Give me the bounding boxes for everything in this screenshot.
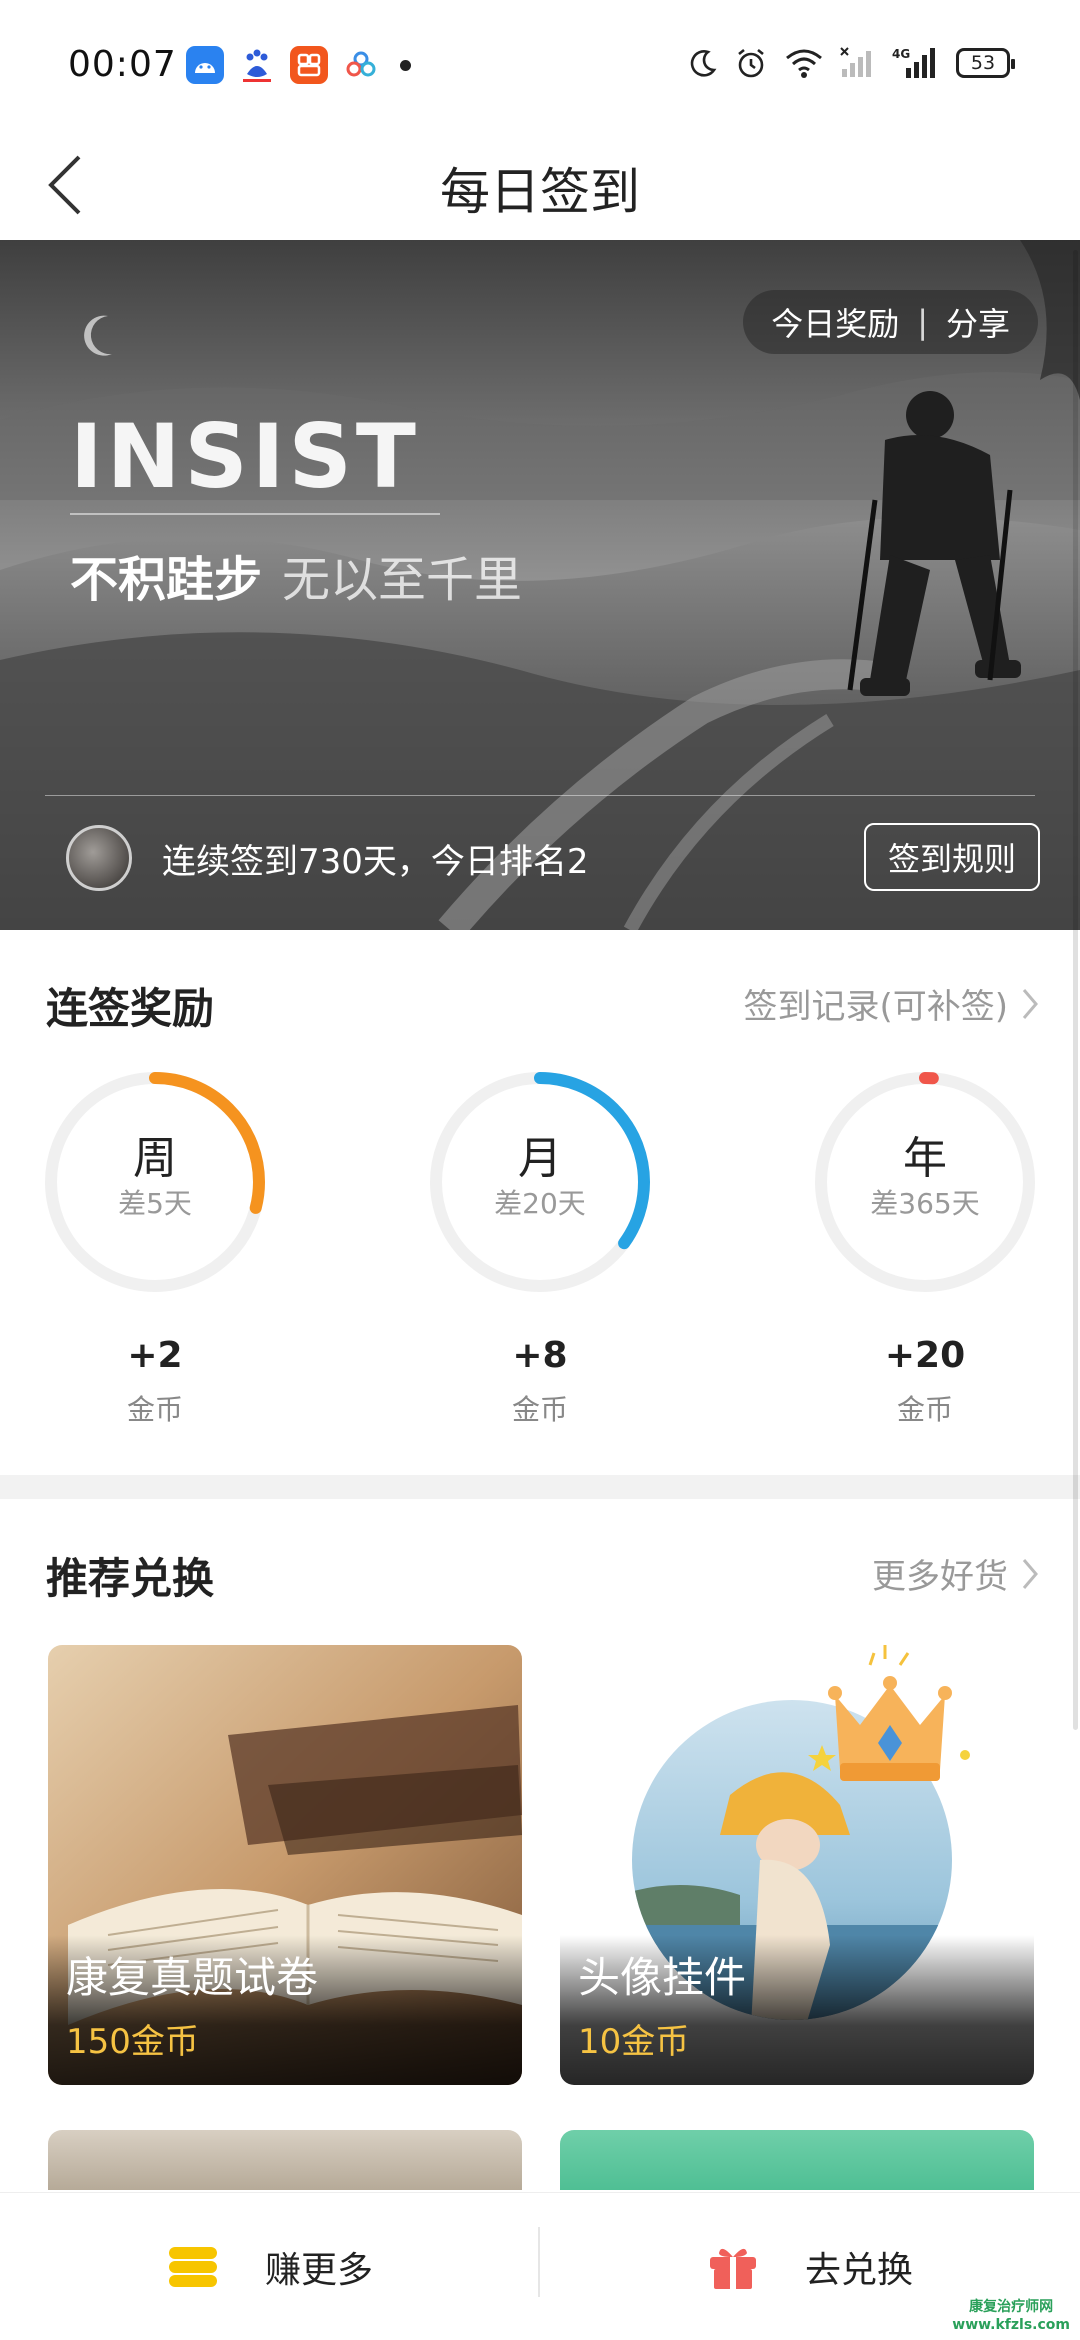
cloud-app-icon [342, 46, 380, 84]
section-title: 连签奖励 [46, 984, 215, 1033]
exchange-card-avatar-frame[interactable]: 头像挂件 10金币 [560, 1645, 1034, 2085]
status-bar: 00:07 4G 53 [0, 0, 1080, 130]
sign-in-rules-button[interactable]: 签到规则 [863, 823, 1040, 891]
card-price: 10金币 [578, 2022, 690, 2062]
reward-amount: +2 [127, 1335, 183, 1376]
headline-underline [70, 513, 440, 515]
exchange-card-exam-papers[interactable]: 康复真题试卷 150金币 [48, 1645, 522, 2085]
ring-remaining: 差5天 [118, 1187, 192, 1220]
moon-icon [688, 48, 718, 78]
orange-app-icon [290, 46, 328, 84]
svg-text:4G: 4G [892, 47, 910, 61]
reward-amount: +20 [884, 1335, 966, 1376]
ring-remaining: 差20天 [494, 1187, 586, 1220]
status-time: 00:07 [68, 44, 177, 85]
hero-divider [45, 795, 1035, 796]
today-reward-link[interactable]: 今日奖励 [771, 299, 899, 345]
watermark-line1: 康复治疗师网 [969, 2299, 1054, 2315]
exchange-card-partial[interactable] [560, 2130, 1034, 2190]
ring-label: 周 [133, 1133, 177, 1184]
slogan-light: 无以至千里 [282, 552, 523, 608]
coin-stack-icon [168, 2247, 217, 2287]
wifi-icon [784, 47, 824, 79]
ring-label: 年 [903, 1133, 947, 1184]
reward-ring-week[interactable]: 周 差5天 +2 金币 [40, 1070, 270, 1426]
avatar[interactable] [66, 825, 132, 891]
system-icons: 4G 53 [688, 46, 1015, 80]
card-price: 150金币 [66, 2022, 199, 2062]
bottom-action-bar: 赚更多 去兑换 康复治疗师网 www.kfzls.com [0, 2192, 1080, 2340]
page-title: 每日签到 [440, 163, 640, 221]
exchange-header: 推荐兑换 更多好货 [46, 1545, 1040, 1605]
reward-ring-year[interactable]: 年 差365天 +20 金币 [810, 1070, 1040, 1426]
section-title: 推荐兑换 [46, 1554, 215, 1603]
more-goods-label: 更多好货 [872, 1557, 1008, 1597]
card-title: 康复真题试卷 [66, 1953, 319, 2002]
share-link[interactable]: 分享 [946, 299, 1010, 345]
chevron-right-icon [1022, 988, 1038, 1019]
slogan-bold: 不积跬步 [70, 552, 263, 608]
section-divider [0, 1475, 1080, 1499]
reward-unit: 金币 [511, 1393, 568, 1426]
watermark: 康复治疗师网 www.kfzls.com [952, 2298, 1070, 2334]
reward-unit: 金币 [126, 1393, 183, 1426]
chevron-right-icon [1022, 1558, 1038, 1589]
alarm-icon [734, 46, 768, 80]
ring-label: 月 [518, 1133, 562, 1184]
record-link-label: 签到记录(可补签) [743, 987, 1008, 1027]
ring-remaining: 差365天 [870, 1187, 980, 1220]
signal-icon-sim2 [840, 47, 876, 79]
earn-more-button[interactable]: 赚更多 [0, 2193, 540, 2340]
scrollbar[interactable] [1073, 250, 1078, 1730]
android-app-icon [186, 46, 224, 84]
gift-icon [709, 2248, 756, 2289]
notification-icons [186, 46, 411, 84]
hero-banner: 今日奖励 | 分享 INSIST 不积跬步 无以至千里 连续签到730天，今日排名… [0, 240, 1080, 930]
page-header: 每日签到 [0, 130, 1080, 240]
streak-reward-rings: 周 差5天 +2 金币 月 差20天 +8 金币 年 差365天 +20 金币 [0, 1070, 1080, 1430]
reward-amount: +8 [512, 1335, 568, 1376]
earn-more-label: 赚更多 [264, 2250, 373, 2291]
sign-in-record-link[interactable]: 签到记录(可补签) [743, 979, 1040, 1028]
watermark-line2: www.kfzls.com [952, 2317, 1070, 2333]
exchange-card-partial[interactable] [48, 2130, 522, 2190]
hero-headline: INSIST [70, 405, 420, 508]
more-notifications-dot [400, 59, 411, 71]
more-goods-link[interactable]: 更多好货 [872, 1549, 1040, 1598]
reward-unit: 金币 [896, 1393, 953, 1426]
hero-slogan: 不积跬步 无以至千里 [70, 540, 522, 610]
baidu-icon [238, 46, 276, 84]
hero-action-pill: 今日奖励 | 分享 [743, 290, 1038, 354]
reward-ring-month[interactable]: 月 差20天 +8 金币 [425, 1070, 655, 1426]
go-redeem-label: 去兑换 [804, 2250, 913, 2291]
signal-icon: 4G [892, 46, 940, 80]
streak-summary: 连续签到730天，今日排名2 [162, 842, 589, 882]
card-title: 头像挂件 [578, 1953, 747, 2002]
pill-separator: | [917, 303, 928, 341]
streak-rewards-header: 连签奖励 签到记录(可补签) [46, 975, 1040, 1035]
battery-indicator: 53 [956, 48, 1015, 78]
